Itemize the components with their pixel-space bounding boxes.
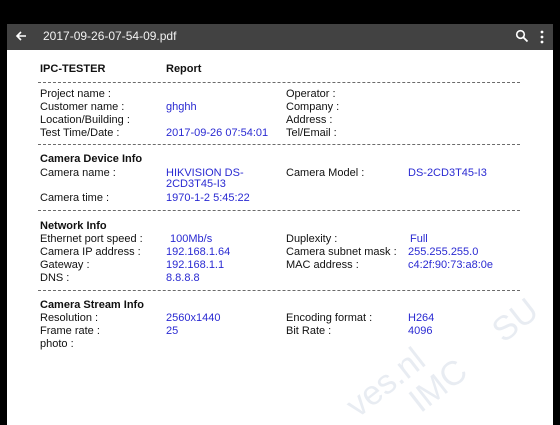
search-icon[interactable] <box>515 29 529 43</box>
encoding-format-value: H264 <box>408 312 435 324</box>
camera-time-label: Camera time : <box>40 192 110 204</box>
pdf-page[interactable]: ves.nl IMC SU IPC-TESTER Report Project … <box>7 50 553 425</box>
info-row: photo : <box>38 338 520 352</box>
customer-name-label: Customer name : <box>40 101 125 113</box>
customer-name-value: ghghh <box>166 101 197 113</box>
section-heading: Network Info <box>38 220 520 234</box>
duplexity-label: Duplexity : <box>286 233 338 245</box>
more-options-icon[interactable] <box>537 28 547 46</box>
status-bar <box>0 0 560 24</box>
info-row: Test Time/Date : 2017-09-26 07:54:01 Tel… <box>38 127 520 141</box>
test-time-label: Test Time/Date : <box>40 127 120 139</box>
info-row: 2CD3T45-I3 <box>38 178 520 192</box>
section-heading: Camera Stream Info <box>38 299 520 313</box>
divider <box>38 290 520 291</box>
port-speed-label: Ethernet port speed : <box>40 233 143 245</box>
divider <box>38 82 520 83</box>
mac-address-label: MAC address : <box>286 259 359 271</box>
app-bar: 2017-09-26-07-54-09.pdf <box>7 24 553 50</box>
info-row: DNS : 8.8.8.8 <box>38 272 520 286</box>
section-heading: Camera Device Info <box>38 153 520 167</box>
ip-address-value: 192.168.1.64 <box>166 246 231 258</box>
camera-time-value: 1970-1-2 5:45:22 <box>166 192 250 204</box>
camera-name-value-cont: 2CD3T45-I3 <box>166 178 226 190</box>
dns-label: DNS : <box>40 272 70 284</box>
company-label: Company : <box>286 101 340 113</box>
encoding-format-label: Encoding format : <box>286 312 373 324</box>
info-row: Customer name : ghghh Company : <box>38 101 520 115</box>
info-row: Project name : Operator : <box>38 88 520 102</box>
tel-email-label: Tel/Email : <box>286 127 337 139</box>
frame-rate-value: 25 <box>166 325 179 337</box>
info-row: Frame rate : 25 Bit Rate : 4096 <box>38 325 520 339</box>
address-label: Address : <box>286 114 333 126</box>
duplexity-value: Full <box>410 233 428 245</box>
bit-rate-value: 4096 <box>408 325 433 337</box>
resolution-label: Resolution : <box>40 312 99 324</box>
camera-device-heading: Camera Device Info <box>40 153 143 165</box>
back-arrow-icon[interactable] <box>13 28 29 44</box>
dns-value: 8.8.8.8 <box>166 272 200 284</box>
network-heading: Network Info <box>40 220 107 232</box>
project-name-label: Project name : <box>40 88 111 100</box>
info-row: Camera IP address : 192.168.1.64 Camera … <box>38 246 520 260</box>
info-row: Ethernet port speed : 100Mb/s Duplexity … <box>38 233 520 247</box>
gateway-value: 192.168.1.1 <box>166 259 225 271</box>
brand-label: IPC-TESTER <box>40 63 106 75</box>
operator-label: Operator : <box>286 88 336 100</box>
subnet-mask-label: Camera subnet mask : <box>286 246 397 258</box>
report-title: Report <box>166 63 202 75</box>
location-label: Location/Building : <box>40 114 130 126</box>
gateway-label: Gateway : <box>40 259 90 271</box>
resolution-value: 2560x1440 <box>166 312 221 324</box>
ip-address-label: Camera IP address : <box>40 246 141 258</box>
info-row: Location/Building : Address : <box>38 114 520 128</box>
mac-address-value: c4:2f:90:73:a8:0e <box>408 259 494 271</box>
divider <box>38 144 520 145</box>
document-title: 2017-09-26-07-54-09.pdf <box>43 29 177 43</box>
bit-rate-label: Bit Rate : <box>286 325 332 337</box>
subnet-mask-value: 255.255.255.0 <box>408 246 479 258</box>
stream-heading: Camera Stream Info <box>40 299 144 311</box>
test-time-value: 2017-09-26 07:54:01 <box>166 127 269 139</box>
port-speed-value: 100Mb/s <box>170 233 213 245</box>
report-header: IPC-TESTER Report <box>38 63 520 77</box>
photo-label: photo : <box>40 338 74 350</box>
divider <box>38 210 520 211</box>
frame-rate-label: Frame rate : <box>40 325 100 337</box>
info-row: Resolution : 2560x1440 Encoding format :… <box>38 312 520 326</box>
info-row: Gateway : 192.168.1.1 MAC address : c4:2… <box>38 259 520 273</box>
info-row: Camera time : 1970-1-2 5:45:22 <box>38 192 520 206</box>
